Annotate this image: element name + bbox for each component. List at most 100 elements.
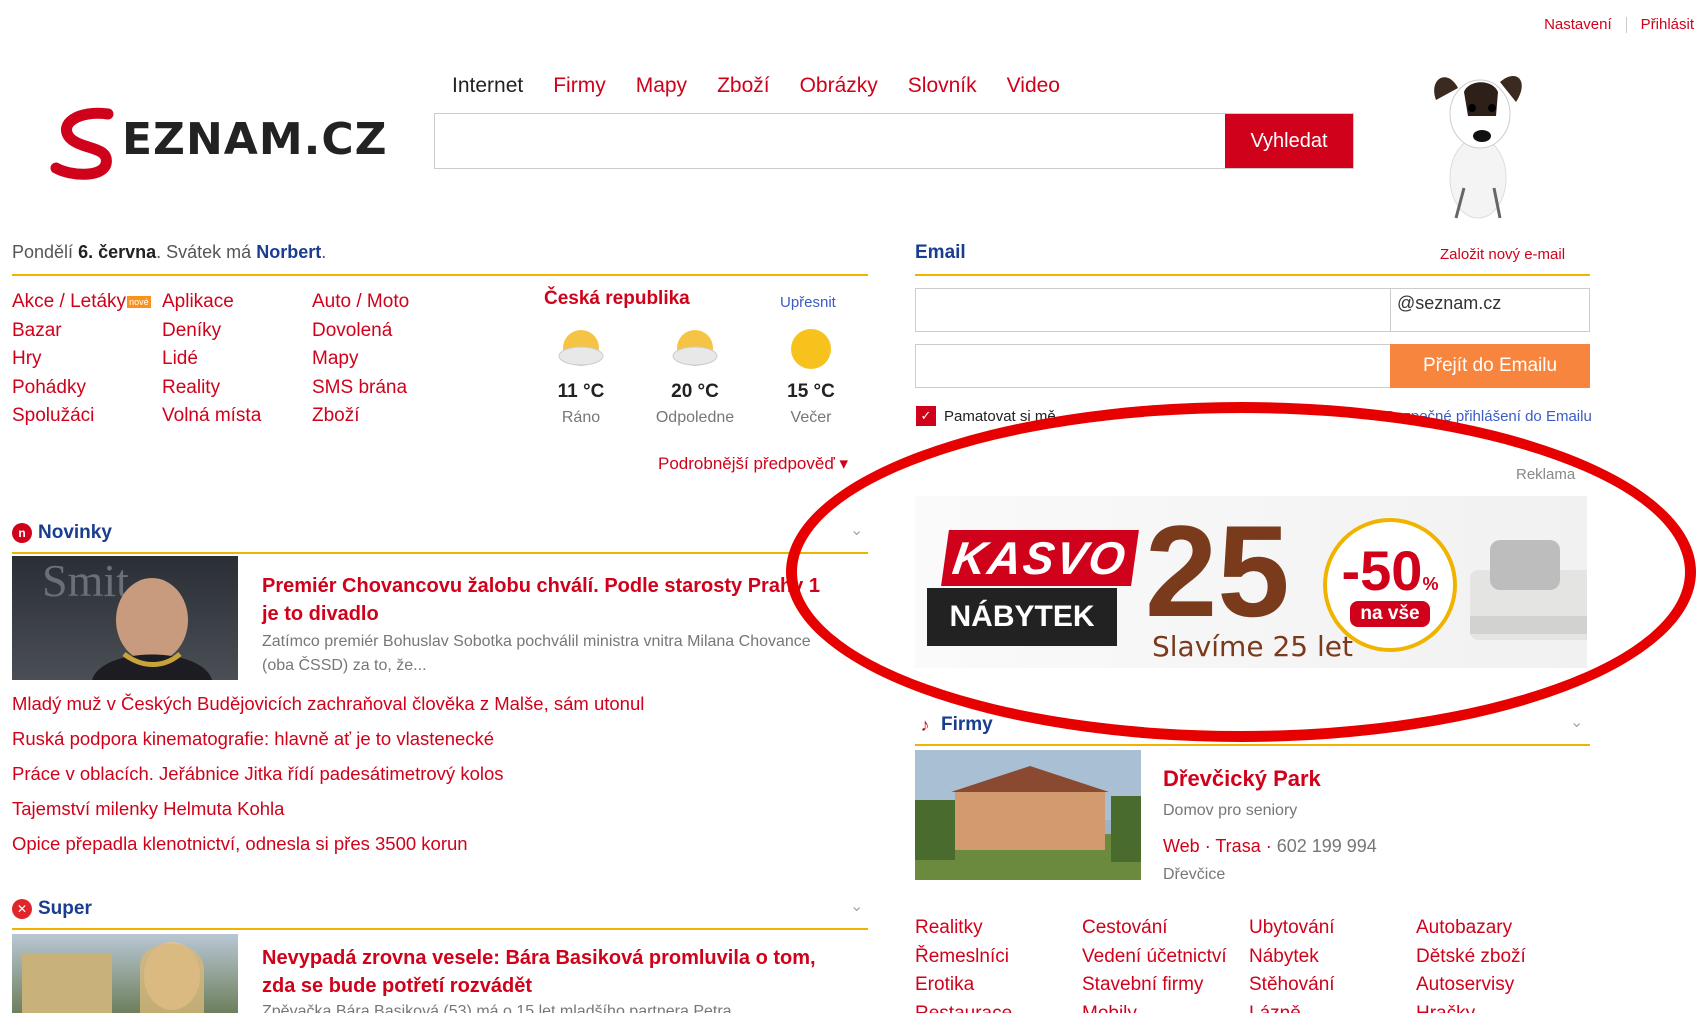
service-link[interactable]: Hry	[12, 345, 152, 374]
ad-label: Reklama	[1516, 466, 1576, 483]
service-link[interactable]: Auto / Moto	[312, 288, 409, 317]
chevron-down-icon[interactable]: ⌄	[1570, 712, 1583, 732]
category-link[interactable]: Autoservisy	[1416, 971, 1526, 1000]
novinky-thumbnail[interactable]: Smit	[12, 556, 238, 680]
nameday-name[interactable]: Norbert	[256, 242, 321, 262]
category-link[interactable]: Cestování	[1082, 914, 1227, 943]
firm-phone: 602 199 994	[1276, 836, 1377, 856]
remember-label: Pamatovat si mě	[944, 407, 1056, 425]
category-link[interactable]: Mobily	[1082, 1000, 1227, 1013]
novinky-icon: n	[12, 523, 32, 543]
chevron-down-icon[interactable]: ⌄	[850, 520, 863, 540]
super-thumbnail[interactable]	[12, 934, 238, 1013]
kasvo-ad-banner[interactable]: KASVO NÁBYTEK 25 Slavíme 25 let -50% na …	[915, 496, 1587, 668]
news-link[interactable]: Mladý muž v Českých Budějovicích zachraň…	[12, 686, 644, 721]
weather-refine-link[interactable]: Upřesnit	[780, 294, 836, 311]
tab-firmy[interactable]: Firmy	[553, 74, 605, 98]
day-name: Pondělí	[12, 242, 74, 262]
category-link[interactable]: Realitky	[915, 914, 1012, 943]
partly-cloudy-icon	[558, 330, 604, 366]
services-column-1: Akce / Letáky nové Bazar Hry Pohádky Spol…	[12, 288, 152, 431]
service-link[interactable]: Lidé	[162, 345, 261, 374]
category-link[interactable]: Stěhování	[1249, 971, 1335, 1000]
settings-link[interactable]: Nastavení	[1544, 16, 1612, 33]
chevron-down-icon[interactable]: ⌄	[850, 896, 863, 916]
firm-name[interactable]: Dřevčický Park	[1163, 766, 1321, 792]
service-link[interactable]: SMS brána	[312, 374, 409, 403]
section-title: Super	[38, 898, 92, 919]
tab-slovnik[interactable]: Slovník	[908, 74, 977, 98]
search-input[interactable]	[435, 114, 1225, 168]
service-link[interactable]: Aplikace	[162, 288, 261, 317]
service-link[interactable]: Pohádky	[12, 374, 152, 403]
remember-me[interactable]: ✓ Pamatovat si mě	[916, 406, 1056, 426]
category-link[interactable]: Stavební firmy	[1082, 971, 1227, 1000]
login-link[interactable]: Přihlásit	[1641, 16, 1694, 33]
category-link[interactable]: Řemeslníci	[915, 943, 1012, 972]
news-link[interactable]: Ruská podpora kinematografie: hlavně ať …	[12, 721, 644, 756]
weather-region[interactable]: Česká republika	[544, 288, 690, 310]
category-link[interactable]: Autobazary	[1416, 914, 1526, 943]
category-link[interactable]: Lázně	[1249, 1000, 1335, 1013]
category-link[interactable]: Vedení účetnictví	[1082, 943, 1227, 972]
divider	[915, 274, 1590, 276]
news-link[interactable]: Práce v oblacích. Jeřábnice Jitka řídí p…	[12, 756, 644, 791]
super-icon: ✕	[12, 899, 32, 919]
tab-mapy[interactable]: Mapy	[636, 74, 687, 98]
service-link[interactable]: Spolužáci	[12, 402, 152, 431]
category-link[interactable]: Nábytek	[1249, 943, 1335, 972]
service-link[interactable]: Dovolená	[312, 317, 409, 346]
email-password-field[interactable]	[915, 344, 1391, 388]
tab-zbozi[interactable]: Zboží	[717, 74, 770, 98]
super-header[interactable]: ✕ Super	[12, 898, 92, 920]
email-username-field[interactable]	[915, 288, 1391, 332]
secure-login-link[interactable]: Bezpečné přihlášení do Emailu	[1385, 408, 1592, 425]
service-link[interactable]: Deníky	[162, 317, 261, 346]
seznam-logo[interactable]: ΕΖΝΑΜ.CZ	[48, 102, 428, 182]
service-link[interactable]: Zboží	[312, 402, 409, 431]
category-link[interactable]: Hračky	[1416, 1000, 1526, 1013]
create-email-link[interactable]: Založit nový e-mail	[1440, 246, 1565, 263]
service-link[interactable]: Mapy	[312, 345, 409, 374]
go-to-email-button[interactable]: Přejít do Emailu	[1390, 344, 1590, 388]
firmy-header[interactable]: ♪ Firmy	[915, 714, 993, 736]
section-title: Firmy	[941, 714, 993, 735]
firm-web-link[interactable]: Web	[1163, 836, 1200, 856]
service-link[interactable]: Akce / Letáky nové	[12, 288, 152, 317]
ad-discount-note: na vše	[1350, 601, 1430, 627]
firm-photo	[915, 750, 1141, 880]
detailed-forecast-link[interactable]: Podrobnější předpověď ▾	[658, 454, 848, 474]
category-link[interactable]: Dětské zboží	[1416, 943, 1526, 972]
firm-route-link[interactable]: Trasa	[1215, 836, 1260, 856]
service-link[interactable]: Reality	[162, 374, 261, 403]
firm-thumbnail[interactable]	[915, 750, 1141, 880]
novinky-list: Mladý muž v Českých Budějovicích zachraň…	[12, 686, 644, 861]
service-link[interactable]: Volná místa	[162, 402, 261, 431]
email-domain: @seznam.cz	[1390, 288, 1590, 332]
ad-tagline: Slavíme 25 let	[1152, 630, 1353, 663]
news-link[interactable]: Opice přepadla klenotnictví, odnesla si …	[12, 826, 644, 861]
category-link[interactable]: Ubytování	[1249, 914, 1335, 943]
divider	[12, 552, 868, 554]
service-link[interactable]: Bazar	[12, 317, 152, 346]
ad-big-number: 25	[1145, 498, 1290, 644]
tab-obrazky[interactable]: Obrázky	[800, 74, 878, 98]
firm-links: Web · Trasa · 602 199 994	[1163, 836, 1377, 856]
super-headline[interactable]: Nevypadá zrovna vesele: Bára Basiková pr…	[262, 944, 842, 1000]
news-photo: Smit	[42, 556, 212, 680]
news-link[interactable]: Tajemství milenky Helmuta Kohla	[12, 791, 644, 826]
ad-discount: -50	[1341, 539, 1423, 602]
novinky-headline[interactable]: Premiér Chovancovu žalobu chválí. Podle …	[262, 572, 822, 628]
tab-internet[interactable]: Internet	[452, 74, 523, 98]
novinky-description: Zatímco premiér Bohuslav Sobotka pochvál…	[262, 633, 811, 674]
ad-brand: KASVO	[941, 530, 1139, 586]
divider	[12, 928, 868, 930]
email-title[interactable]: Email	[915, 242, 966, 264]
checkbox-checked-icon[interactable]: ✓	[916, 406, 936, 426]
category-link[interactable]: Erotika	[915, 971, 1012, 1000]
novinky-header[interactable]: n Novinky	[12, 522, 112, 544]
services-column-2: Aplikace Deníky Lidé Reality Volná místa	[162, 288, 261, 431]
tab-video[interactable]: Video	[1007, 74, 1060, 98]
search-button[interactable]: Vyhledat	[1225, 114, 1353, 168]
category-link[interactable]: Restaurace	[915, 1000, 1012, 1013]
